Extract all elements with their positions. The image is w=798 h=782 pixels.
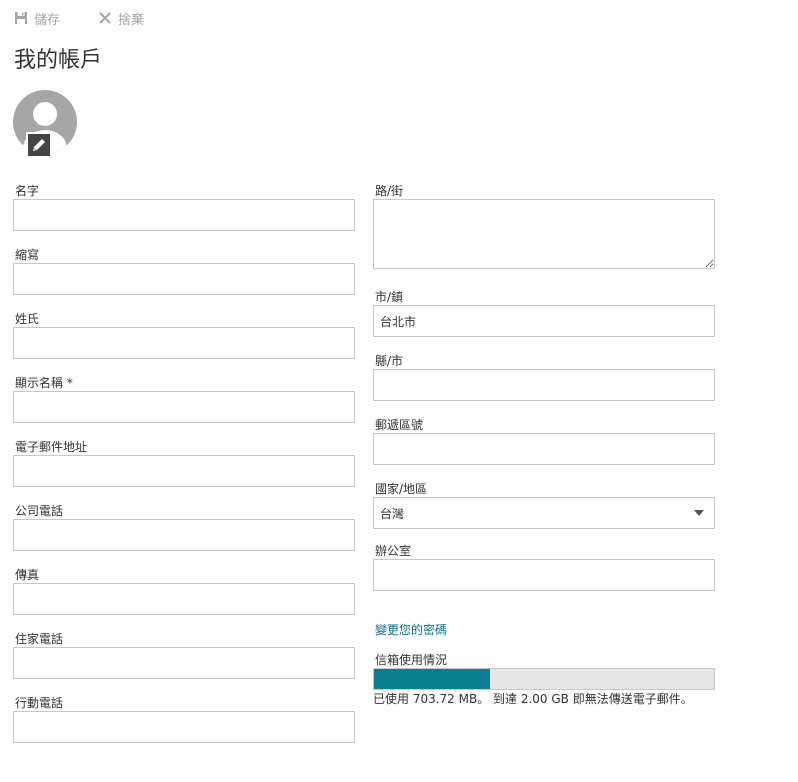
display-name-input[interactable] xyxy=(13,391,355,423)
country-select[interactable]: 台灣 xyxy=(373,497,715,529)
save-label: 儲存 xyxy=(34,12,61,28)
required-mark: * xyxy=(66,376,73,390)
discard-button[interactable]: 捨棄 xyxy=(98,9,144,28)
display-name-label-text: 顯示名稱 xyxy=(15,376,64,390)
mailbox-usage-label: 信箱使用情況 xyxy=(375,653,448,667)
office-input[interactable] xyxy=(373,559,715,591)
last-name-label: 姓氏 xyxy=(15,312,40,326)
chevron-down-icon xyxy=(694,510,704,516)
street-label: 路/街 xyxy=(375,184,404,198)
first-name-label: 名字 xyxy=(15,184,40,198)
fax-input[interactable] xyxy=(13,583,355,615)
floppy-disk-icon xyxy=(14,11,28,25)
work-phone-label: 公司電話 xyxy=(15,504,64,518)
postal-code-label: 郵遞區號 xyxy=(375,418,424,432)
mobile-phone-label: 行動電話 xyxy=(15,696,64,710)
office-label: 辦公室 xyxy=(375,544,412,558)
email-label: 電子郵件地址 xyxy=(15,440,88,454)
email-field[interactable] xyxy=(13,455,355,487)
mailbox-usage-fill xyxy=(374,669,490,689)
country-selected-value: 台灣 xyxy=(380,506,405,521)
edit-photo-button[interactable] xyxy=(26,132,52,158)
close-icon xyxy=(98,11,112,25)
country-label: 國家/地區 xyxy=(375,482,428,496)
work-phone-input[interactable] xyxy=(13,519,355,551)
home-phone-label: 住家電話 xyxy=(15,632,64,646)
discard-label: 捨棄 xyxy=(118,12,145,28)
change-password-link[interactable]: 變更您的密碼 xyxy=(375,621,447,638)
city-input[interactable] xyxy=(373,305,715,337)
home-phone-input[interactable] xyxy=(13,647,355,679)
mobile-phone-input[interactable] xyxy=(13,711,355,743)
initials-input[interactable] xyxy=(13,263,355,295)
page-title: 我的帳戶 xyxy=(14,48,103,73)
toolbar: 儲存 捨棄 xyxy=(14,8,144,28)
pencil-icon xyxy=(33,139,45,151)
display-name-label: 顯示名稱 * xyxy=(15,374,73,391)
mailbox-usage-bar xyxy=(373,668,715,690)
initials-label: 縮寫 xyxy=(15,248,40,262)
street-textarea[interactable] xyxy=(373,199,715,269)
save-button[interactable]: 儲存 xyxy=(14,9,60,28)
last-name-input[interactable] xyxy=(13,327,355,359)
mailbox-usage-text: 已使用 703.72 MB。 到達 2.00 GB 即無法傳送電子郵件。 xyxy=(373,692,693,706)
fax-label: 傳真 xyxy=(15,568,40,582)
state-label: 縣/市 xyxy=(375,354,404,368)
postal-code-input[interactable] xyxy=(373,433,715,465)
city-label: 市/鎮 xyxy=(375,290,404,304)
state-input[interactable] xyxy=(373,369,715,401)
first-name-input[interactable] xyxy=(13,199,355,231)
